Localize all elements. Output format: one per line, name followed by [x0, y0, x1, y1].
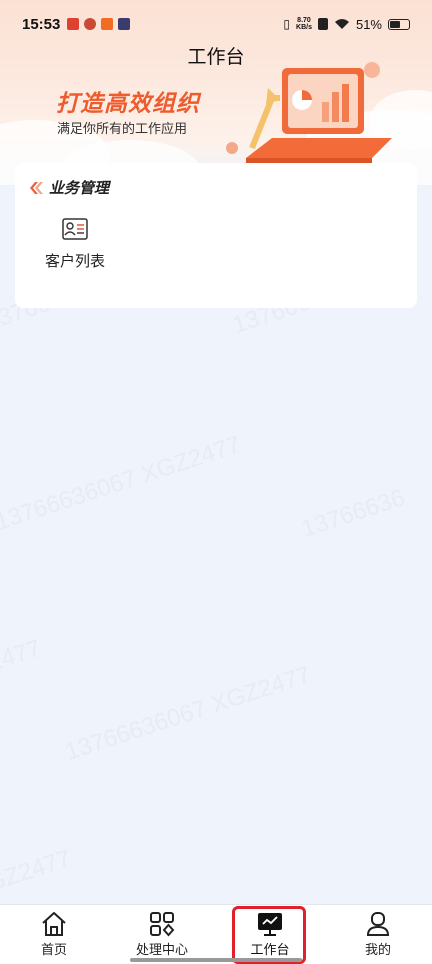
sim-icon	[317, 18, 328, 30]
wifi-icon	[334, 19, 349, 29]
battery-icon	[388, 18, 410, 30]
home-icon	[42, 912, 66, 936]
nav-label: 我的	[364, 942, 391, 957]
app-item-label: 客户列表	[44, 253, 105, 270]
nav-label: 工作台	[250, 942, 290, 957]
net-speed-value: 8.70	[297, 17, 311, 24]
net-speed-unit: KB/s	[296, 24, 312, 31]
nav-item-home[interactable]: 首页	[0, 905, 108, 964]
app-notification-icon	[101, 18, 114, 30]
person-icon	[366, 912, 390, 936]
card-title: 业务管理	[49, 180, 110, 197]
card-header: 业务管理	[29, 177, 109, 198]
nav-label: 首页	[40, 942, 67, 957]
monitor-icon	[258, 913, 282, 936]
nav-item-processing-center[interactable]: 处理中心	[108, 905, 216, 964]
banner-subtitle: 满足你所有的工作应用	[57, 121, 188, 136]
banner-slogan: 打造高效组织	[56, 90, 200, 116]
status-indicators: ▯ 8.70 KB/s 51%	[283, 17, 410, 32]
bottom-nav: 首页 处理中心 工作台 我的	[0, 904, 432, 964]
grid-icon	[150, 912, 175, 937]
status-time: 15:53	[22, 15, 61, 33]
contact-card-icon	[62, 218, 88, 240]
header-banner: 15:53 ▯ 8.70 KB/s 51% 工作台 打造高效组织 满足你所有的工…	[0, 0, 432, 185]
status-bar: 15:53 ▯ 8.70 KB/s 51%	[0, 0, 432, 48]
home-indicator	[130, 958, 302, 962]
nav-item-mine[interactable]: 我的	[324, 905, 432, 964]
app-item-customer-list[interactable]: 客户列表	[40, 218, 110, 271]
nav-label: 处理中心	[135, 942, 188, 957]
notification-icons	[67, 18, 131, 30]
net-speed: 8.70 KB/s	[296, 17, 312, 31]
app-notification-icon	[84, 18, 97, 30]
diamond-chevron-icon	[30, 181, 43, 194]
app-notification-icon	[67, 18, 80, 30]
battery-percent: 51%	[355, 16, 382, 32]
vibrate-icon: ▯	[283, 17, 291, 31]
business-management-card: 业务管理 客户列表	[15, 163, 417, 308]
nav-item-workbench[interactable]: 工作台	[216, 905, 324, 964]
app-notification-icon	[118, 18, 131, 30]
computer-illustration	[226, 62, 392, 164]
